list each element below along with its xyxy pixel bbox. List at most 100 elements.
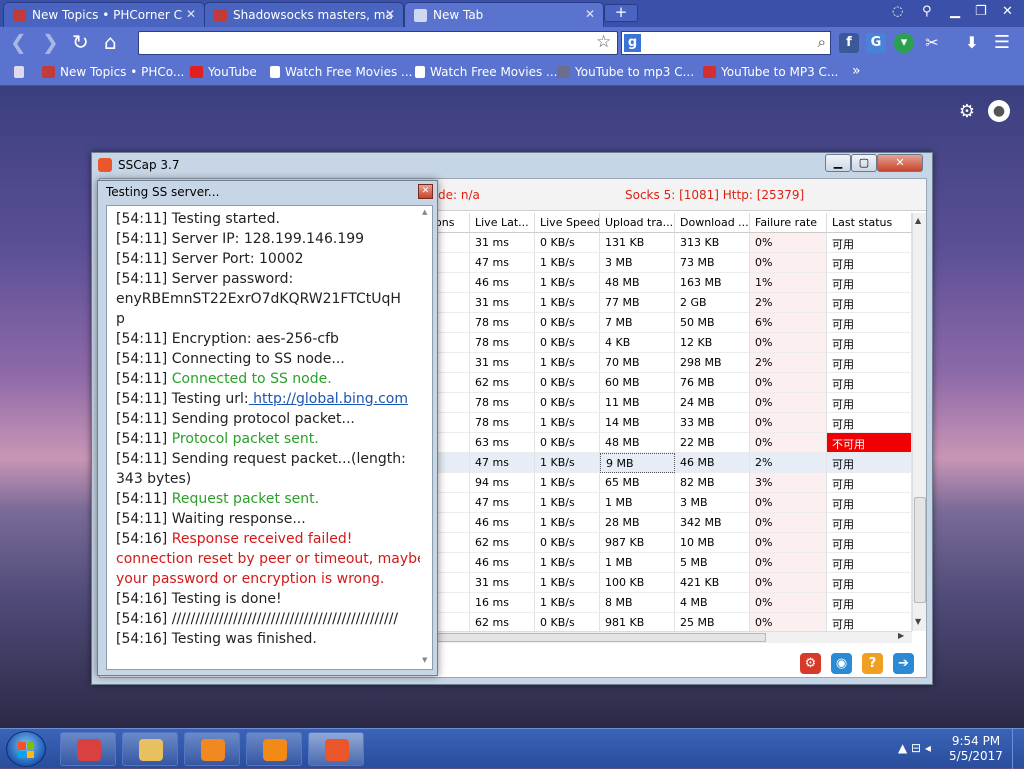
table-cell[interactable]: 可用 bbox=[827, 413, 912, 433]
table-cell[interactable]: 3% bbox=[750, 473, 827, 493]
table-cell[interactable]: 1 KB/s bbox=[535, 593, 600, 613]
translate-extension-icon[interactable]: G bbox=[866, 33, 886, 53]
table-cell[interactable]: 2% bbox=[750, 293, 827, 313]
scroll-up-icon[interactable]: ▲ bbox=[422, 208, 427, 216]
table-cell[interactable]: 33 MB bbox=[675, 413, 750, 433]
table-cell[interactable]: 1 MB bbox=[600, 553, 675, 573]
scroll-down-icon[interactable]: ▼ bbox=[915, 617, 921, 626]
table-cell[interactable]: 4 KB bbox=[600, 333, 675, 353]
table-cell[interactable]: 987 KB bbox=[600, 533, 675, 553]
bookmark-item[interactable]: YouTube to MP3 C... bbox=[703, 65, 838, 79]
home-icon[interactable]: ⌂ bbox=[104, 31, 117, 53]
table-cell[interactable]: 0% bbox=[750, 553, 827, 573]
table-cell[interactable]: 31 ms bbox=[470, 353, 535, 373]
globe-icon[interactable]: ◉ bbox=[831, 653, 852, 674]
download-icon[interactable]: ⬇ bbox=[962, 33, 982, 53]
table-cell[interactable]: 可用 bbox=[827, 273, 912, 293]
table-cell[interactable]: 0% bbox=[750, 613, 827, 633]
table-cell[interactable]: 0 KB/s bbox=[535, 613, 600, 633]
vertical-scrollbar[interactable]: ▲ ▼ bbox=[912, 213, 926, 631]
table-cell[interactable]: 0% bbox=[750, 233, 827, 253]
close-icon[interactable]: ✕ bbox=[186, 7, 196, 21]
table-cell[interactable]: 可用 bbox=[827, 453, 912, 473]
table-cell[interactable]: 31 ms bbox=[470, 293, 535, 313]
table-cell[interactable]: 1 KB/s bbox=[535, 253, 600, 273]
table-cell[interactable]: 1 KB/s bbox=[535, 293, 600, 313]
taskbar-sscap-app[interactable] bbox=[308, 732, 364, 766]
column-header[interactable]: Download ... bbox=[675, 213, 750, 233]
table-cell[interactable]: 981 KB bbox=[600, 613, 675, 633]
bookmarks-overflow-button[interactable]: » bbox=[852, 63, 861, 79]
table-cell[interactable]: 0% bbox=[750, 373, 827, 393]
scissors-icon[interactable]: ✂ bbox=[922, 33, 942, 53]
table-cell[interactable]: 10 MB bbox=[675, 533, 750, 553]
table-cell[interactable]: 1 KB/s bbox=[535, 473, 600, 493]
new-tab-button[interactable]: + bbox=[604, 4, 638, 22]
taskbar-vlc-app[interactable] bbox=[246, 732, 302, 766]
table-cell[interactable]: 可用 bbox=[827, 593, 912, 613]
table-cell[interactable]: 2 GB bbox=[675, 293, 750, 313]
table-cell[interactable]: 可用 bbox=[827, 233, 912, 253]
table-cell[interactable]: 46 ms bbox=[470, 553, 535, 573]
table-cell[interactable]: 65 MB bbox=[600, 473, 675, 493]
scrollbar-thumb[interactable] bbox=[914, 497, 926, 603]
table-cell[interactable]: 0 KB/s bbox=[535, 393, 600, 413]
close-button[interactable]: ✕ bbox=[877, 154, 923, 172]
table-cell[interactable]: 1 KB/s bbox=[535, 353, 600, 373]
start-button[interactable] bbox=[6, 731, 46, 767]
show-desktop-button[interactable] bbox=[1012, 729, 1024, 769]
table-cell[interactable]: 0 KB/s bbox=[535, 433, 600, 453]
table-cell[interactable]: 1 KB/s bbox=[535, 553, 600, 573]
table-cell[interactable]: 50 MB bbox=[675, 313, 750, 333]
table-cell[interactable]: 2% bbox=[750, 353, 827, 373]
table-cell[interactable]: 94 ms bbox=[470, 473, 535, 493]
bookmark-item[interactable]: New Topics • PHCo... bbox=[42, 65, 184, 79]
tab-new-tab[interactable]: New Tab ✕ bbox=[404, 2, 604, 27]
taskbar-media-player-app[interactable] bbox=[184, 732, 240, 766]
table-cell[interactable]: 47 ms bbox=[470, 493, 535, 513]
table-cell[interactable]: 可用 bbox=[827, 293, 912, 313]
table-cell[interactable]: 163 MB bbox=[675, 273, 750, 293]
table-cell[interactable]: 12 KB bbox=[675, 333, 750, 353]
table-cell[interactable]: 60 MB bbox=[600, 373, 675, 393]
minimize-button[interactable]: ▁ bbox=[825, 154, 851, 172]
table-cell[interactable]: 46 ms bbox=[470, 273, 535, 293]
forward-arrow-icon[interactable]: ❯ bbox=[42, 31, 59, 53]
table-cell[interactable]: 0% bbox=[750, 533, 827, 553]
table-cell[interactable]: 78 ms bbox=[470, 313, 535, 333]
table-cell[interactable]: 可用 bbox=[827, 333, 912, 353]
table-cell[interactable]: 48 MB bbox=[600, 273, 675, 293]
table-cell[interactable]: 3 MB bbox=[600, 253, 675, 273]
tray-icons[interactable]: ▲ ⊟ ◂ bbox=[898, 741, 931, 755]
table-cell[interactable]: 可用 bbox=[827, 553, 912, 573]
search-box[interactable]: g ⌕ bbox=[621, 31, 831, 55]
table-cell[interactable]: 可用 bbox=[827, 253, 912, 273]
table-cell[interactable]: 22 MB bbox=[675, 433, 750, 453]
column-header[interactable]: Upload tra... bbox=[600, 213, 675, 233]
table-cell[interactable]: 0 KB/s bbox=[535, 313, 600, 333]
table-cell[interactable]: 1 KB/s bbox=[535, 513, 600, 533]
menu-icon[interactable]: ☰ bbox=[992, 33, 1012, 53]
table-cell[interactable]: 0% bbox=[750, 333, 827, 353]
table-cell[interactable]: 46 MB bbox=[675, 453, 750, 473]
clock[interactable]: 9:54 PM 5/5/2017 bbox=[948, 734, 1004, 764]
table-cell[interactable]: 63 ms bbox=[470, 433, 535, 453]
table-cell[interactable]: 0 KB/s bbox=[535, 373, 600, 393]
scrollbar-thumb[interactable] bbox=[430, 633, 766, 642]
table-cell[interactable]: 9 MB bbox=[600, 453, 675, 473]
table-cell[interactable]: 0% bbox=[750, 413, 827, 433]
table-cell[interactable]: 可用 bbox=[827, 513, 912, 533]
test-url-link[interactable]: http://global.bing.com bbox=[249, 391, 408, 407]
profile-icon[interactable]: ◌ bbox=[892, 4, 903, 19]
table-cell[interactable]: 313 KB bbox=[675, 233, 750, 253]
table-cell[interactable]: 1 KB/s bbox=[535, 273, 600, 293]
table-cell[interactable]: 48 MB bbox=[600, 433, 675, 453]
pin-icon[interactable]: ⚲ bbox=[922, 4, 932, 19]
table-cell[interactable]: 可用 bbox=[827, 313, 912, 333]
table-cell[interactable]: 1 KB/s bbox=[535, 453, 600, 473]
bookmark-item[interactable]: Watch Free Movies ... bbox=[415, 65, 557, 79]
table-cell[interactable]: 可用 bbox=[827, 393, 912, 413]
table-cell[interactable]: 78 ms bbox=[470, 413, 535, 433]
table-cell[interactable]: 0% bbox=[750, 253, 827, 273]
table-cell[interactable]: 62 ms bbox=[470, 533, 535, 553]
